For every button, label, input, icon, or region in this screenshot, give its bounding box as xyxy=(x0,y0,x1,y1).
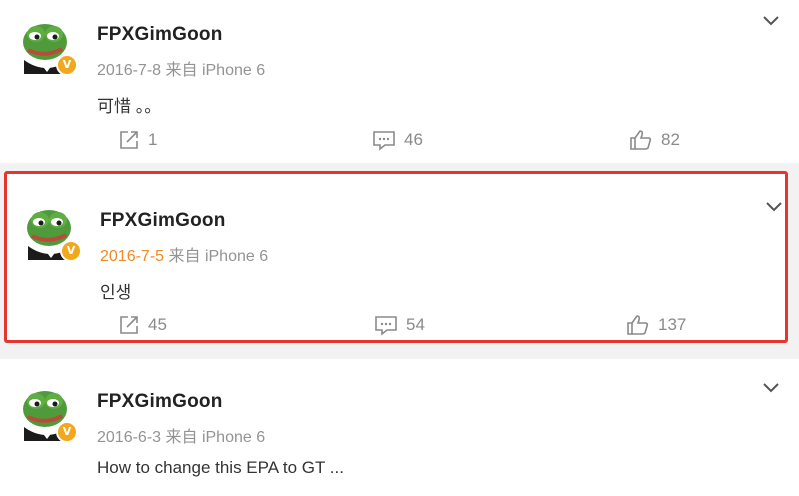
comment-count: 46 xyxy=(404,130,423,149)
username[interactable]: FPXGimGoon xyxy=(97,391,223,413)
avatar[interactable]: V xyxy=(18,16,78,76)
like-button[interactable]: 82 xyxy=(629,129,680,151)
post-source: 来自 iPhone 6 xyxy=(168,248,269,265)
share-icon xyxy=(120,131,138,149)
post-card-3: V FPXGimGoon 2016-6-3 来自 iPhone 6 How to… xyxy=(0,359,799,496)
post-text: How to change this EPA to GT ... xyxy=(97,458,344,477)
post-text: 인생 xyxy=(100,283,132,302)
avatar[interactable]: V xyxy=(18,383,78,443)
post-date[interactable]: 2016-7-8 xyxy=(97,62,161,79)
post-date[interactable]: 2016-7-5 xyxy=(100,248,164,265)
post-source: 来自 iPhone 6 xyxy=(165,429,266,446)
verified-badge: V xyxy=(56,421,78,443)
like-count: 82 xyxy=(661,130,680,149)
thumbs-up-icon xyxy=(627,315,649,335)
post-date[interactable]: 2016-6-3 xyxy=(97,429,161,446)
share-count: 45 xyxy=(148,315,167,334)
post-source: 来自 iPhone 6 xyxy=(165,62,266,79)
post-meta: 2016-6-3 来自 iPhone 6 xyxy=(97,423,265,447)
comment-button[interactable]: 54 xyxy=(374,314,425,336)
comment-count: 54 xyxy=(406,315,425,334)
like-button[interactable]: 137 xyxy=(626,314,686,336)
verified-badge: V xyxy=(56,54,78,76)
like-count: 137 xyxy=(658,315,687,334)
username[interactable]: FPXGimGoon xyxy=(97,24,223,46)
share-count: 1 xyxy=(148,130,158,149)
share-button[interactable]: 1 xyxy=(118,129,157,151)
chevron-down-icon[interactable] xyxy=(762,381,780,393)
post-card-2-highlighted: V FPXGimGoon 2016-7-5 来自 iPhone 6 인생 45 … xyxy=(4,171,788,343)
username[interactable]: FPXGimGoon xyxy=(100,210,226,232)
comment-button[interactable]: 46 xyxy=(372,129,423,151)
avatar[interactable]: V xyxy=(22,202,82,262)
post-card-1: V FPXGimGoon 2016-7-8 来自 iPhone 6 可惜 。。 … xyxy=(0,0,799,163)
verified-badge: V xyxy=(60,240,82,262)
post-meta: 2016-7-8 来自 iPhone 6 xyxy=(97,56,265,80)
post-text: 可惜 。。 xyxy=(97,97,162,116)
comment-icon xyxy=(373,131,395,151)
comment-icon xyxy=(375,316,397,336)
thumbs-up-icon xyxy=(630,130,652,150)
post-meta: 2016-7-5 来自 iPhone 6 xyxy=(100,242,268,266)
chevron-down-icon[interactable] xyxy=(765,200,783,212)
share-button[interactable]: 45 xyxy=(118,314,167,336)
chevron-down-icon[interactable] xyxy=(762,14,780,26)
share-icon xyxy=(120,316,138,334)
